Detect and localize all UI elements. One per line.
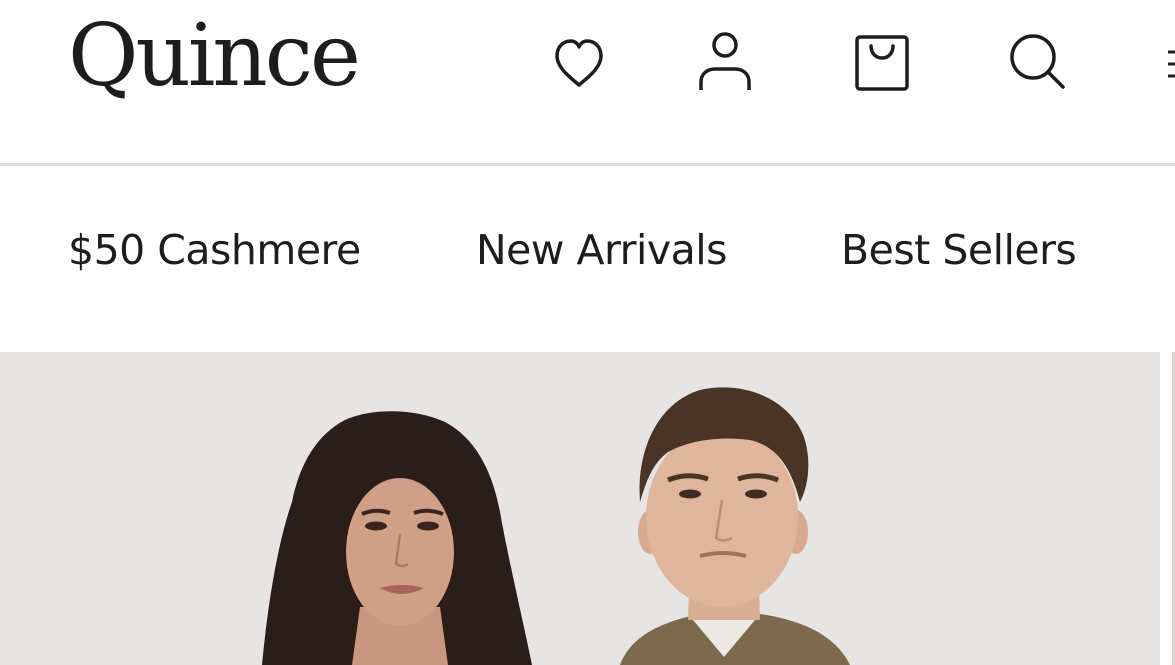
user-icon: [699, 32, 751, 90]
wishlist-button[interactable]: [544, 24, 614, 100]
site-header: Quince: [0, 0, 1175, 163]
quince-logo[interactable]: Quince: [68, 6, 361, 106]
hero-photo: [0, 352, 1160, 665]
nav-link-best-sellers[interactable]: Best Sellers: [841, 224, 1077, 276]
menu-icon: [1168, 50, 1175, 78]
hero-image[interactable]: [0, 352, 1160, 665]
cart-button[interactable]: [847, 24, 917, 100]
category-nav: $50 Cashmere New Arrivals Best Sellers: [0, 166, 1175, 352]
quince-homepage: Quince $50 Cashmere New Arrivals Best Se…: [0, 0, 1175, 665]
shopping-bag-icon: [855, 35, 909, 91]
search-button[interactable]: [1002, 24, 1072, 100]
heart-icon: [555, 39, 603, 87]
next-slide-edge: [1160, 352, 1175, 665]
nav-link-new-arrivals[interactable]: New Arrivals: [476, 224, 728, 276]
nav-link-cashmere[interactable]: $50 Cashmere: [68, 224, 361, 276]
search-icon: [1010, 34, 1065, 89]
menu-button[interactable]: [1163, 44, 1175, 84]
account-button[interactable]: [690, 24, 760, 100]
